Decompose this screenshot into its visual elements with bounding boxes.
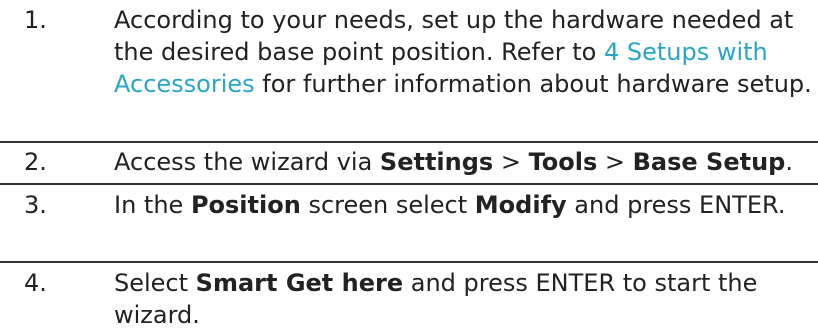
row-divider (0, 141, 818, 143)
instruction-steps: 1. According to your needs, set up the h… (0, 0, 818, 335)
row-divider (0, 183, 818, 185)
menu-path-settings: Settings (379, 148, 494, 176)
step-number: 1. (24, 6, 47, 34)
screen-name: Position (190, 191, 301, 219)
option-name: Smart Get here (195, 269, 404, 297)
step-text: According to your needs, set up the hard… (114, 6, 812, 98)
step-number: 2. (24, 148, 47, 176)
step-text: Select Smart Get here and press ENTER to… (114, 269, 758, 329)
menu-path-tools: Tools (528, 148, 598, 176)
step-text: In the Position screen select Modify and… (114, 191, 786, 219)
menu-path-base-setup: Base Setup (632, 148, 786, 176)
step-number: 3. (24, 191, 47, 219)
step-number: 4. (24, 269, 47, 297)
option-name: Modify (474, 191, 567, 219)
step-text: Access the wizard via Settings > Tools >… (114, 148, 793, 176)
row-divider (0, 261, 818, 263)
